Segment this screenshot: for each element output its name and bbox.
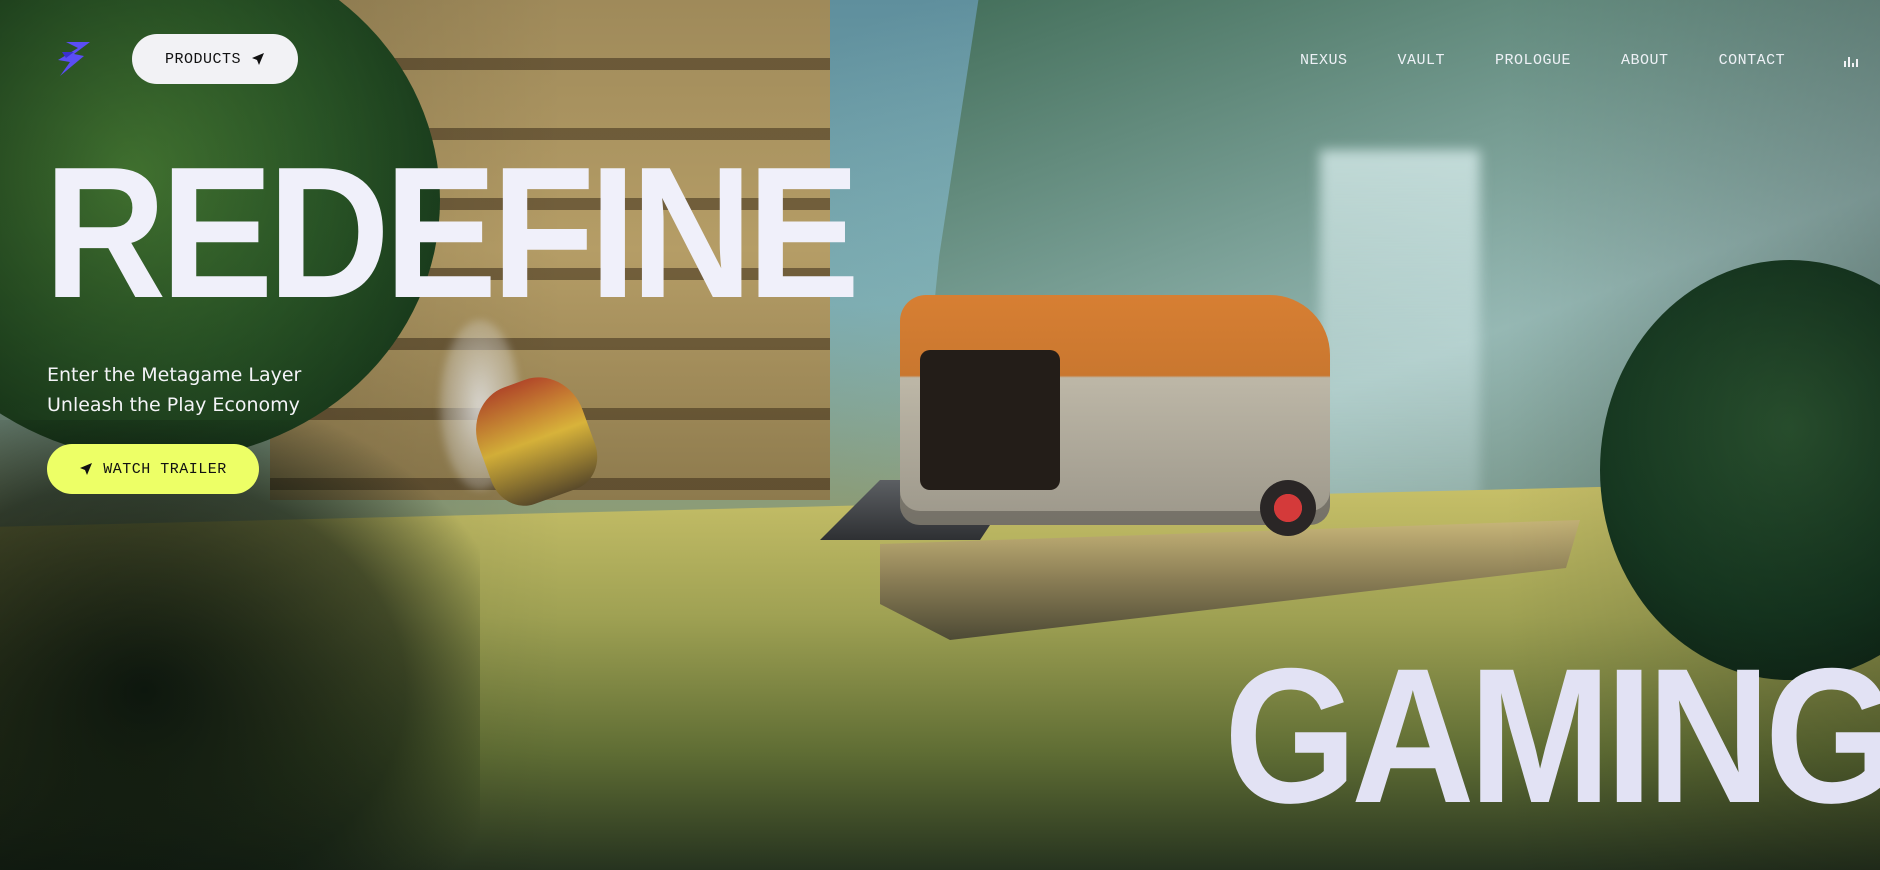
vehicle-wheel — [1260, 480, 1316, 536]
main-nav: NEXUS VAULT PROLOGUE ABOUT CONTACT — [1300, 50, 1835, 72]
watch-trailer-label: WATCH TRAILER — [103, 460, 227, 478]
audio-bar — [1848, 57, 1850, 67]
nav-item-nexus[interactable]: NEXUS — [1300, 50, 1348, 72]
audio-bar — [1844, 61, 1846, 67]
products-button-label: PRODUCTS — [164, 50, 241, 68]
hero-headline-bottom: GAMING — [1224, 628, 1880, 844]
nav-item-prologue[interactable]: PROLOGUE — [1495, 50, 1571, 72]
tagline-line-1: Enter the Metagame Layer — [47, 364, 302, 386]
audio-bar — [1852, 63, 1854, 67]
background-vehicle — [820, 275, 1330, 545]
hero-tagline: Enter the Metagame Layer Unleash the Pla… — [47, 360, 301, 420]
nav-item-vault[interactable]: VAULT — [1398, 50, 1446, 72]
location-arrow-icon — [80, 463, 93, 475]
products-button[interactable]: PRODUCTS — [132, 34, 298, 84]
watch-trailer-button[interactable]: WATCH TRAILER — [47, 444, 259, 494]
audio-indicator-icon[interactable] — [1844, 55, 1860, 67]
nav-item-contact[interactable]: CONTACT — [1719, 50, 1786, 72]
audio-bar — [1856, 59, 1858, 67]
hero-headline-top: REDEFINE — [44, 128, 860, 338]
tagline-line-2: Unleash the Play Economy — [47, 394, 300, 416]
hero-section: PRODUCTS NEXUS VAULT PROLOGUE ABOUT CONT… — [0, 0, 1880, 870]
lightning-bolt-icon — [58, 42, 90, 76]
lightning-bolt-logo-icon[interactable] — [52, 38, 94, 80]
vehicle-door — [920, 350, 1060, 490]
location-arrow-icon — [252, 53, 264, 65]
nav-item-about[interactable]: ABOUT — [1621, 50, 1669, 72]
